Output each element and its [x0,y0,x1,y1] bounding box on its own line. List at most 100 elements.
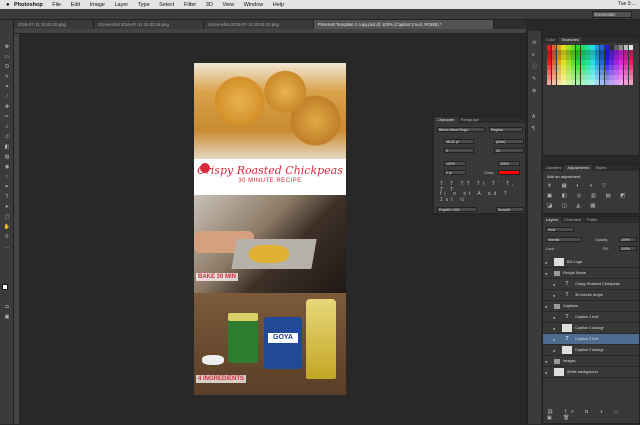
color-swatch[interactable] [551,45,557,50]
color-swatch[interactable] [614,60,619,65]
tab-channels[interactable]: Channels [561,217,584,223]
color-swatch[interactable] [566,55,571,60]
color-swatch[interactable] [614,70,619,75]
color-swatch[interactable] [580,80,585,85]
brush-settings-icon[interactable]: ✎ [532,77,538,82]
color-swatch[interactable] [571,80,576,85]
color-swatch[interactable] [609,70,614,75]
color-swatch[interactable] [571,55,576,60]
color-swatch[interactable] [580,55,585,60]
color-swatch[interactable] [551,70,557,75]
color-swatch[interactable] [604,70,609,75]
color-swatch[interactable] [604,80,609,85]
screen-mode-icon[interactable]: ▣ [3,314,11,320]
layer-row[interactable]: ● Caption 2 backgr [543,345,639,356]
zoom-tool-icon[interactable]: ⚲ [3,234,11,240]
color-swatch[interactable] [561,50,566,55]
tab-doc-1[interactable]: 2016-07-11 10.03.26.png [14,20,94,29]
color-swatch[interactable] [623,45,629,50]
info-icon[interactable]: ⓘ [532,65,538,70]
color-swatch[interactable] [566,60,571,65]
color-swatch[interactable] [614,45,619,50]
color-swatch[interactable] [619,55,624,60]
color-swatch[interactable] [571,50,576,55]
menu-view[interactable]: View [222,2,234,8]
eye-icon[interactable]: ● [553,315,559,320]
adjustment-icons-row3[interactable]: ◪ ◫ ◭ ▩ [547,203,599,209]
color-swatch[interactable] [547,75,552,80]
color-swatch[interactable] [614,75,619,80]
path-select-tool-icon[interactable]: ➤ [3,204,11,210]
tab-color[interactable]: Color [543,37,559,43]
color-swatch[interactable] [619,70,624,75]
color-swatch[interactable] [571,45,576,50]
quick-select-tool-icon[interactable]: ✎ [3,74,11,80]
opentype-buttons[interactable]: fi σ st A ad T 1st ½ [440,191,525,203]
color-swatch[interactable] [595,75,600,80]
layer-row[interactable]: ● White background [543,367,639,378]
tab-layers[interactable]: Layers [543,217,562,223]
color-swatch[interactable] [547,80,552,85]
history-icon[interactable]: ⟲ [532,41,538,46]
lasso-tool-icon[interactable]: ʘ [3,64,11,70]
color-swatch[interactable] [585,45,590,50]
color-swatch[interactable] [599,70,605,75]
language-select[interactable]: English: USA [437,207,477,212]
color-swatch[interactable] [590,80,595,85]
baseline-shift-field[interactable]: 0 pt [444,170,466,175]
color-swatch[interactable] [561,45,566,50]
color-swatch[interactable] [556,45,561,50]
eye-icon[interactable]: ● [553,337,559,342]
menu-app[interactable]: Photoshop [14,2,43,8]
character-icon[interactable]: A [532,115,538,120]
eye-icon[interactable]: ● [553,282,559,287]
color-swatch[interactable] [566,45,571,50]
color-swatch[interactable] [599,55,605,60]
opacity-field[interactable]: 100% [619,237,637,242]
blur-tool-icon[interactable]: ◉ [3,164,11,170]
layer-row-selected[interactable]: ● T Caption 2 text [543,334,639,345]
tracking-field[interactable]: 25 [494,148,524,153]
color-swatch[interactable] [585,50,590,55]
color-swatch[interactable] [575,50,581,55]
color-swatch[interactable] [628,45,633,50]
color-swatch[interactable] [551,60,557,65]
color-swatch[interactable] [623,75,629,80]
fill-field[interactable]: 100% [619,246,637,251]
tab-doc-3[interactable]: Screenshot 2016-07-11 10.03.43.png [204,20,314,29]
color-swatch[interactable] [599,50,605,55]
color-swatch[interactable] [585,60,590,65]
menu-window[interactable]: Window [244,2,264,8]
eye-icon[interactable]: ● [553,348,559,353]
tab-styles[interactable]: Styles [592,165,609,171]
color-swatch[interactable] [590,75,595,80]
eye-icon[interactable]: ● [545,271,551,276]
color-swatch[interactable] [561,65,566,70]
color-swatch[interactable] [575,70,581,75]
shape-tool-icon[interactable]: ▢ [3,214,11,220]
color-swatch[interactable] [609,80,614,85]
menu-file[interactable]: File [52,2,61,8]
color-swatch[interactable] [599,65,605,70]
tab-adjustments[interactable]: Adjustments [564,165,593,171]
color-swatch[interactable] [580,60,585,65]
tab-doc-active[interactable]: Pinterest Template 2 copy.psd @ 100% (Ca… [314,20,494,29]
layer-row[interactable]: ● BG Logo [543,257,639,268]
color-swatch[interactable] [595,45,600,50]
color-swatch[interactable] [556,60,561,65]
color-swatch[interactable] [619,50,624,55]
color-swatch[interactable] [566,70,571,75]
color-swatch[interactable] [604,75,609,80]
color-swatch[interactable] [551,65,557,70]
type-tool-icon[interactable]: T [3,194,11,200]
color-swatch[interactable] [556,70,561,75]
color-swatch[interactable] [623,60,629,65]
color-swatch[interactable] [590,70,595,75]
layer-filter-kind[interactable]: Kind [546,227,574,232]
color-swatch[interactable] [580,50,585,55]
color-swatch[interactable] [556,75,561,80]
font-family-field[interactable]: Bebas Neue Regu... [437,127,485,132]
vertical-scale-field[interactable]: 100% [444,161,466,166]
color-swatch[interactable] [604,45,609,50]
color-swatch[interactable] [628,80,633,85]
